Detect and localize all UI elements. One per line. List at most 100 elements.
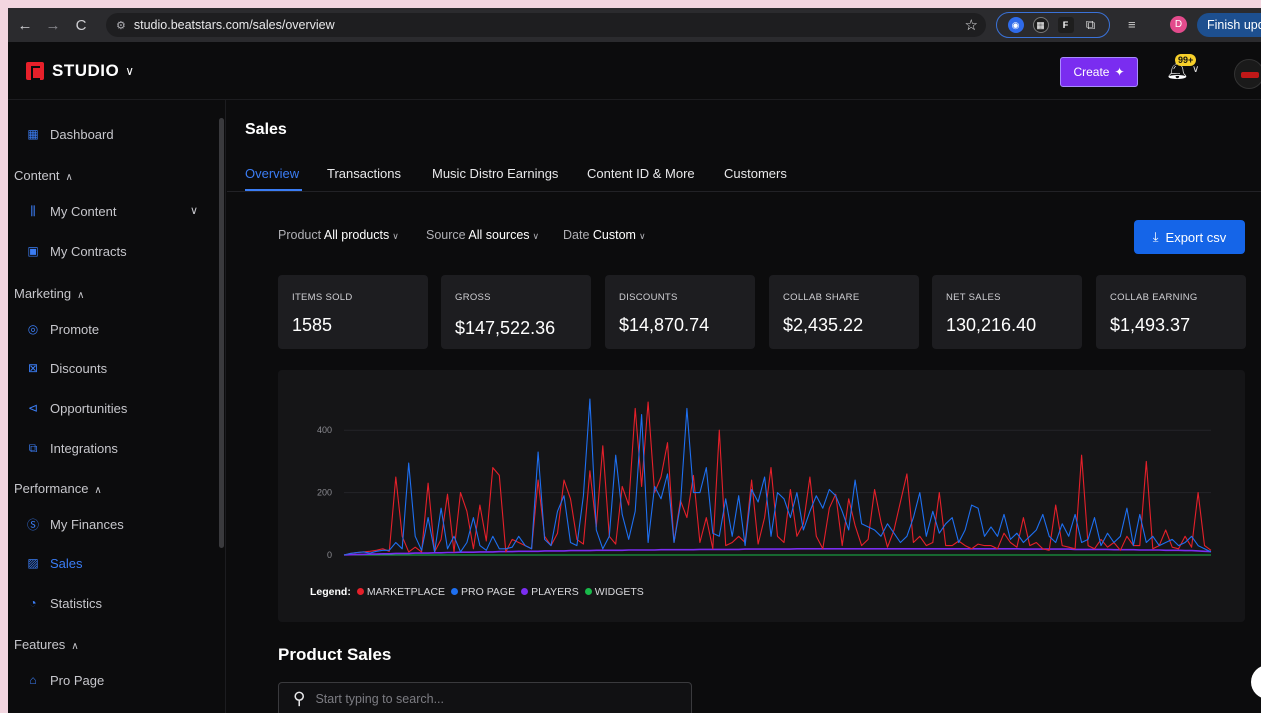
product-sales-heading: Product Sales: [278, 645, 392, 664]
stat-value: $14,870.74: [619, 315, 710, 335]
chart-legend: Legend: MARKETPLACE PRO PAGE PLAYERS WID…: [310, 586, 644, 598]
url-text: studio.beatstars.com/sales/overview: [133, 18, 335, 32]
filter-value: All sources: [468, 228, 530, 242]
back-icon[interactable]: ←: [14, 14, 36, 36]
legend-item-pro-page[interactable]: PRO PAGE: [451, 586, 515, 598]
stat-card-collab-earning: COLLAB EARNING $1,493.37: [1096, 275, 1246, 349]
tab-overview[interactable]: Overview: [245, 166, 299, 181]
extension-icon-f[interactable]: F: [1057, 17, 1074, 33]
chevron-up-icon: ∧: [71, 641, 79, 652]
reload-icon[interactable]: C: [70, 14, 92, 36]
legend-label: MARKETPLACE: [366, 586, 446, 598]
chevron-down-icon[interactable]: ∨: [190, 204, 198, 217]
finish-update-button[interactable]: Finish upd: [1197, 13, 1261, 37]
sidebar-item-label: Pro Page: [50, 672, 105, 688]
blue-dot-icon: [451, 588, 459, 595]
chevron-down-icon: ∨: [638, 231, 646, 241]
sidebar-item-sales[interactable]: ▨ Sales: [26, 551, 83, 575]
section-label: Content: [14, 168, 60, 183]
sidebar-section-content[interactable]: Content ∧: [14, 168, 73, 183]
tab-customers[interactable]: Customers: [724, 166, 787, 181]
legend-item-widgets[interactable]: WIDGETS: [584, 586, 644, 598]
legend-item-marketplace[interactable]: MARKETPLACE: [356, 586, 446, 598]
tab-bar: Overview Transactions Music Distro Earni…: [227, 152, 1261, 192]
sidebar-item-label: My Content: [50, 203, 117, 219]
sidebar-scrollbar[interactable]: [219, 118, 224, 548]
megaphone-icon: ⊲: [27, 401, 39, 415]
sidebar-section-performance[interactable]: Performance ∧: [14, 481, 102, 496]
bookmark-star-icon[interactable]: ☆: [965, 16, 978, 34]
sidebar-section-features[interactable]: Features ∧: [14, 637, 79, 652]
reading-list-icon[interactable]: ≡: [1128, 17, 1136, 32]
stat-value: $147,522.36: [455, 318, 556, 338]
export-csv-button[interactable]: ⤓ Export csv: [1134, 220, 1245, 254]
filter-label: Product: [278, 228, 322, 242]
sidebar-item-label: My Finances: [50, 516, 124, 532]
sidebar-item-label: Discounts: [50, 360, 108, 376]
sidebar-item-my-content[interactable]: ⫼ My Content: [26, 199, 116, 223]
contract-icon: ▣: [27, 244, 39, 258]
section-label: Marketing: [14, 286, 72, 301]
profile-avatar[interactable]: D: [1170, 16, 1187, 33]
sidebar-item-label: Sales: [50, 555, 83, 571]
user-avatar[interactable]: [1234, 59, 1261, 89]
sidebar-item-integrations[interactable]: ⧉ Integrations: [26, 436, 118, 460]
extensions-puzzle-icon[interactable]: ⧉: [1083, 17, 1099, 33]
page-title: Sales: [245, 121, 287, 138]
dollar-circle-icon: Ⓢ: [26, 517, 39, 532]
search-input[interactable]: [315, 692, 656, 706]
source-filter[interactable]: Source All sources ∨: [426, 228, 539, 242]
search-icon: ⚲: [293, 689, 306, 708]
promote-icon: ◎: [27, 322, 39, 336]
sidebar-item-promote[interactable]: ◎ Promote: [26, 317, 99, 341]
sidebar-item-label: Promote: [50, 321, 100, 337]
filter-label: Source: [426, 228, 466, 242]
chevron-up-icon: ∧: [94, 485, 102, 496]
stat-label: DISCOUNTS: [619, 292, 678, 303]
stat-label: ITEMS SOLD: [292, 292, 353, 303]
site-settings-icon[interactable]: ⚙: [116, 19, 126, 32]
grid-icon: ▦: [27, 127, 39, 141]
create-button[interactable]: Create ✦: [1060, 57, 1138, 87]
sidebar-item-statistics[interactable]: ◔ Statistics: [26, 591, 102, 615]
forward-icon[interactable]: →: [42, 14, 64, 36]
product-search: ⚲: [278, 682, 692, 713]
filter-value: All products: [323, 228, 390, 242]
sidebar-item-discounts[interactable]: ⊠ Discounts: [26, 356, 107, 380]
y-tick-label: 200: [317, 488, 332, 498]
extension-icon-grid[interactable]: ▦: [1032, 17, 1049, 33]
download-icon: ⤓: [1152, 229, 1159, 244]
chevron-down-icon[interactable]: ∨: [125, 64, 134, 78]
sidebar-item-pro-page[interactable]: ⌂ Pro Page: [26, 668, 104, 692]
legend-label: PLAYERS: [531, 586, 579, 598]
address-bar[interactable]: ⚙ studio.beatstars.com/sales/overview ☆: [106, 13, 986, 37]
date-filter[interactable]: Date Custom ∨: [563, 228, 646, 242]
browser-window: ← → C ⚙ studio.beatstars.com/sales/overv…: [8, 8, 1261, 713]
tab-transactions[interactable]: Transactions: [327, 166, 401, 181]
section-label: Features: [14, 637, 66, 652]
stat-card-collab-share: COLLAB SHARE $2,435.22: [769, 275, 919, 349]
sidebar-section-marketing[interactable]: Marketing ∧: [14, 286, 84, 301]
sidebar-item-dashboard[interactable]: ▦ Dashboard: [26, 122, 113, 146]
tab-music-distro-earnings[interactable]: Music Distro Earnings: [432, 166, 558, 181]
legend-label: PRO PAGE: [461, 586, 516, 598]
y-tick-label: 0: [327, 550, 332, 560]
help-chat-button[interactable]: [1251, 665, 1261, 699]
sidebar-item-my-contracts[interactable]: ▣ My Contracts: [26, 239, 126, 263]
storefront-icon: ⌂: [29, 673, 37, 687]
beatstars-logo-icon[interactable]: [26, 61, 44, 80]
sidebar-item-opportunities[interactable]: ⊲ Opportunities: [26, 396, 127, 420]
legend-label: WIDGETS: [594, 586, 644, 598]
section-label: Performance: [14, 481, 89, 496]
studio-brand[interactable]: STUDIO: [52, 61, 119, 81]
series-line-players: [343, 548, 1212, 556]
product-filter[interactable]: Product All products ∨: [278, 228, 399, 242]
sidebar-item-content-id[interactable]: ◉ Content ID & More: [26, 707, 158, 713]
legend-item-players[interactable]: PLAYERS: [521, 586, 579, 598]
sidebar-item-my-finances[interactable]: Ⓢ My Finances: [26, 512, 124, 536]
stat-value: 1585: [292, 315, 333, 335]
chevron-down-icon[interactable]: ∨: [1192, 64, 1199, 75]
extension-icon-blue[interactable]: ◉: [1007, 17, 1024, 33]
legend-title: Legend:: [310, 586, 351, 598]
tab-content-id[interactable]: Content ID & More: [587, 166, 695, 181]
